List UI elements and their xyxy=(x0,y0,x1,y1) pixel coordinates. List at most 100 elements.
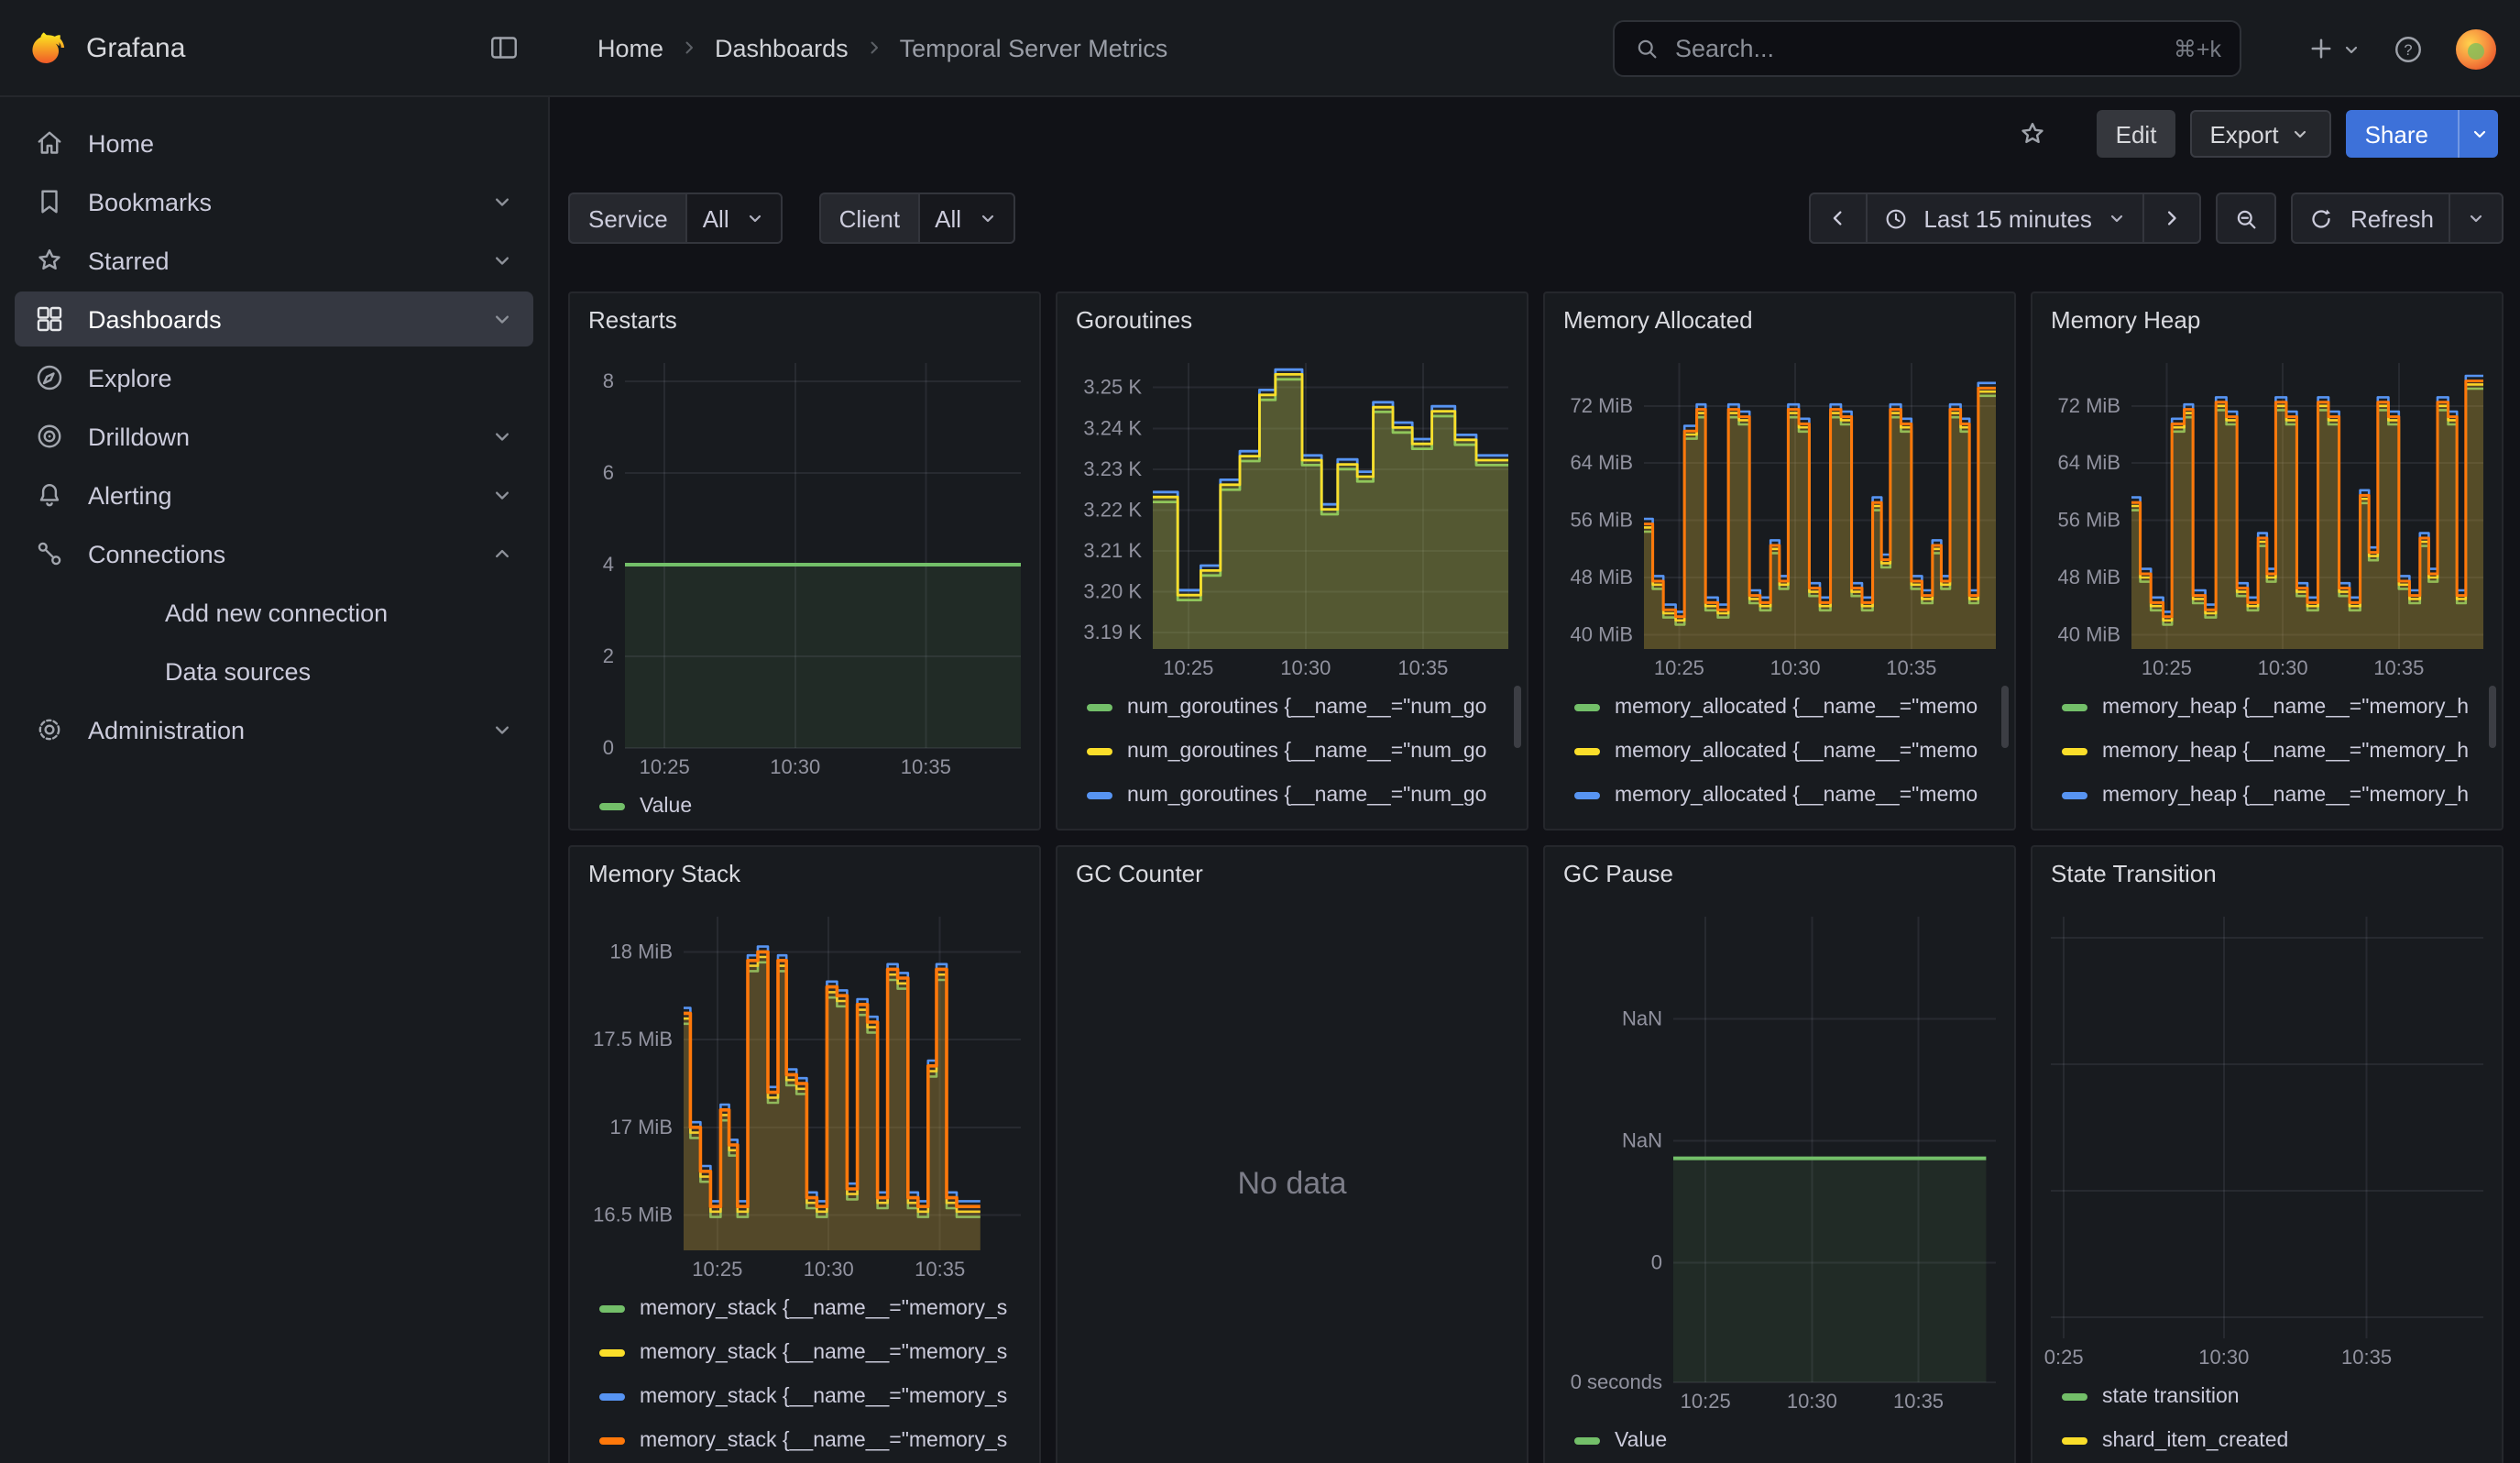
legend: memory_allocated {__name__="memo memory_… xyxy=(1545,682,2014,829)
export-button[interactable]: Export xyxy=(2189,110,2331,158)
legend-item[interactable]: num_goroutines {__name__="num_go xyxy=(1087,818,1508,829)
chart-area[interactable]: 3.19 K3.20 K3.21 K3.22 K3.23 K3.24 K3.25… xyxy=(1057,348,1527,682)
legend-swatch xyxy=(1574,1437,1600,1445)
sidebar-item-label: Starred xyxy=(88,247,489,274)
share-options-caret[interactable] xyxy=(2458,110,2498,158)
chevron-down-icon[interactable] xyxy=(489,424,515,449)
chart[interactable]: 3.19 K3.20 K3.21 K3.22 K3.23 K3.24 K3.25… xyxy=(1057,348,1527,682)
panel-title[interactable]: GC Counter xyxy=(1057,847,1527,902)
legend-item[interactable]: memory_allocated {__name__="memo xyxy=(1574,686,1996,730)
sidebar-item-bookmarks[interactable]: Bookmarks xyxy=(15,174,533,229)
legend-item[interactable]: memory_heap {__name__="memory_h xyxy=(2062,774,2483,818)
legend-item[interactable]: memory_allocated {__name__="memo xyxy=(1574,818,1996,829)
chevron-down-icon[interactable] xyxy=(489,189,515,214)
legend-item[interactable]: memory_stack {__name__="memory_s xyxy=(599,1375,1021,1419)
refresh-interval-caret[interactable] xyxy=(2449,192,2504,244)
svg-text:10:35: 10:35 xyxy=(1886,656,1936,679)
legend-scrollbar[interactable] xyxy=(2489,686,2496,748)
legend-item[interactable]: memory_heap {__name__="memory_h xyxy=(2062,818,2483,829)
svg-text:NaN: NaN xyxy=(1622,1128,1662,1151)
add-new-button[interactable] xyxy=(2306,33,2362,64)
no-data-text: No data xyxy=(1057,902,1527,1463)
chart-area[interactable]: 40 MiB48 MiB56 MiB64 MiB72 MiB10:2510:30… xyxy=(2032,348,2502,682)
panel-title[interactable]: Memory Stack xyxy=(570,847,1039,902)
help-icon[interactable]: ? xyxy=(2384,25,2432,72)
svg-text:40 MiB: 40 MiB xyxy=(1571,622,1633,645)
chart-area[interactable]: 40 MiB48 MiB56 MiB64 MiB72 MiB10:2510:30… xyxy=(1545,348,2014,682)
sidebar-item-home[interactable]: Home xyxy=(15,116,533,170)
sidebar-item-label: Bookmarks xyxy=(88,188,489,215)
sidebar-item-drilldown[interactable]: Drilldown xyxy=(15,409,533,464)
chart[interactable]: 40 MiB48 MiB56 MiB64 MiB72 MiB10:2510:30… xyxy=(1545,348,2014,682)
legend-item[interactable]: memory_allocated {__name__="memo xyxy=(1574,774,1996,818)
panel-title[interactable]: State Transition xyxy=(2032,847,2502,902)
legend-item[interactable]: Value xyxy=(599,785,1021,829)
chart-area[interactable]: 16.5 MiB17 MiB17.5 MiB18 MiB10:2510:3010… xyxy=(570,902,1039,1283)
legend: Value xyxy=(1545,1415,2014,1463)
legend-item[interactable]: shard_item_created xyxy=(2062,1419,2483,1463)
chart[interactable]: NaNNaN00 seconds10:2510:3010:35 xyxy=(1545,902,2014,1415)
legend-item[interactable]: state transition xyxy=(2062,1375,2483,1419)
search-placeholder: Search... xyxy=(1675,35,2159,62)
chart-area[interactable]: NaNNaN00 seconds10:2510:3010:35 xyxy=(1545,902,2014,1415)
compass-icon xyxy=(33,361,66,394)
legend-item[interactable]: num_goroutines {__name__="num_go xyxy=(1087,774,1508,818)
search-input[interactable]: Search... ⌘+k xyxy=(1613,20,2241,77)
zoom-out-icon[interactable] xyxy=(2217,192,2277,244)
panel-title[interactable]: Goroutines xyxy=(1057,293,1527,348)
legend-item[interactable]: num_goroutines {__name__="num_go xyxy=(1087,730,1508,774)
legend-swatch xyxy=(599,803,625,810)
chevron-down-icon[interactable] xyxy=(489,717,515,742)
home-icon xyxy=(33,126,66,160)
chart-area[interactable]: 0:2510:3010:35 xyxy=(2032,902,2502,1371)
legend-item[interactable]: num_goroutines {__name__="num_go xyxy=(1087,686,1508,730)
panel-title[interactable]: Memory Heap xyxy=(2032,293,2502,348)
favorite-star-icon[interactable] xyxy=(2010,110,2057,158)
legend-item[interactable]: memory_allocated {__name__="memo xyxy=(1574,730,1996,774)
sidebar-item-administration[interactable]: Administration xyxy=(15,702,533,757)
panel-title[interactable]: GC Pause xyxy=(1545,847,2014,902)
user-avatar[interactable] xyxy=(2454,27,2498,71)
sidebar-item-data-sources[interactable]: Data sources xyxy=(15,644,533,698)
panel-memory-heap: Memory Heap 40 MiB48 MiB56 MiB64 MiB72 M… xyxy=(2031,292,2504,830)
sidebar-item-add-new-connection[interactable]: Add new connection xyxy=(15,585,533,640)
legend-scrollbar[interactable] xyxy=(2001,686,2009,748)
grafana-logo-icon[interactable] xyxy=(29,28,68,67)
sidebar-item-explore[interactable]: Explore xyxy=(15,350,533,405)
legend-item[interactable]: memory_heap {__name__="memory_h xyxy=(2062,730,2483,774)
chart[interactable]: 0246810:2510:3010:35 xyxy=(570,348,1039,781)
chevron-down-icon[interactable] xyxy=(489,248,515,273)
time-range-button[interactable]: Last 15 minutes xyxy=(1865,192,2145,244)
sidebar: Home Bookmarks Starred Dashboards Explor… xyxy=(0,97,550,1463)
filter-value-dropdown[interactable]: All xyxy=(686,192,783,244)
sidebar-item-starred[interactable]: Starred xyxy=(15,233,533,288)
sidebar-item-dashboards[interactable]: Dashboards xyxy=(15,292,533,346)
chevron-up-icon[interactable] xyxy=(489,541,515,566)
chevron-down-icon[interactable] xyxy=(489,482,515,508)
legend-item[interactable]: memory_stack {__name__="memory_s xyxy=(599,1331,1021,1375)
legend-item[interactable]: memory_stack {__name__="memory_s xyxy=(599,1419,1021,1463)
time-back-button[interactable] xyxy=(1808,192,1867,244)
panel-title[interactable]: Memory Allocated xyxy=(1545,293,2014,348)
panel-title[interactable]: Restarts xyxy=(570,293,1039,348)
chart-area[interactable]: 0246810:2510:3010:35 xyxy=(570,348,1039,781)
breadcrumb-item-home[interactable]: Home xyxy=(597,34,663,61)
dock-menu-toggle-icon[interactable] xyxy=(480,24,528,72)
edit-button[interactable]: Edit xyxy=(2098,110,2175,158)
breadcrumb-item-dashboards[interactable]: Dashboards xyxy=(715,34,849,61)
chart[interactable]: 40 MiB48 MiB56 MiB64 MiB72 MiB10:2510:30… xyxy=(2032,348,2502,682)
chart[interactable]: 16.5 MiB17 MiB17.5 MiB18 MiB10:2510:3010… xyxy=(570,902,1039,1283)
refresh-button[interactable]: Refresh xyxy=(2292,192,2450,244)
legend-item[interactable]: Value xyxy=(1574,1419,1996,1463)
filter-value-dropdown[interactable]: All xyxy=(918,192,1014,244)
svg-text:10:25: 10:25 xyxy=(1163,656,1213,679)
sidebar-item-connections[interactable]: Connections xyxy=(15,526,533,581)
time-forward-button[interactable] xyxy=(2143,192,2202,244)
share-button[interactable]: Share xyxy=(2347,110,2498,158)
legend-item[interactable]: memory_heap {__name__="memory_h xyxy=(2062,686,2483,730)
legend-scrollbar[interactable] xyxy=(1514,686,1521,748)
chart[interactable]: 0:2510:3010:35 xyxy=(2032,902,2502,1371)
chevron-down-icon[interactable] xyxy=(489,306,515,332)
sidebar-item-alerting[interactable]: Alerting xyxy=(15,468,533,522)
legend-item[interactable]: memory_stack {__name__="memory_s xyxy=(599,1287,1021,1331)
